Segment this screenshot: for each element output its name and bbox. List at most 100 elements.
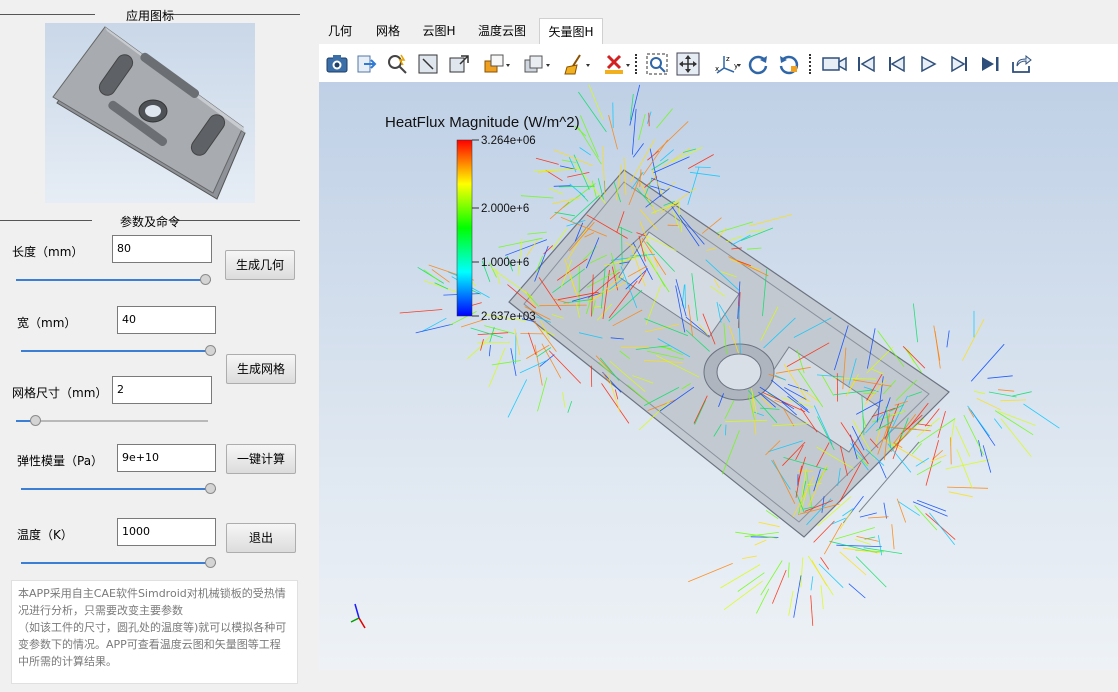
camera-icon[interactable] (325, 52, 349, 76)
flux-vector (545, 169, 563, 182)
temperature-slider-thumb[interactable] (205, 557, 216, 568)
flux-vector (537, 377, 548, 412)
rotate-ccw-icon[interactable] (777, 52, 801, 76)
display-mode-icon[interactable] (483, 52, 510, 76)
flux-vector (810, 576, 814, 591)
rotate-cw-icon[interactable] (746, 52, 770, 76)
flux-vector (793, 575, 802, 618)
app-icon-image (45, 23, 255, 203)
axes-icon[interactable]: zy x (714, 52, 741, 76)
export-animation-icon[interactable] (1009, 52, 1033, 76)
flux-vector (651, 177, 691, 193)
prev-frame-icon[interactable] (885, 52, 909, 76)
temperature-input[interactable]: 1000 (117, 518, 216, 546)
exit-button[interactable]: 退出 (226, 523, 296, 553)
flux-vector (688, 154, 714, 169)
tab-vector[interactable]: 矢量图H (539, 18, 603, 44)
modulus-slider-thumb[interactable] (205, 483, 216, 494)
flux-vector (742, 555, 757, 559)
export-icon[interactable] (355, 52, 379, 76)
flux-vector (772, 569, 787, 604)
flux-vector (1012, 391, 1032, 397)
play-icon[interactable] (916, 52, 940, 76)
vector-viewport[interactable]: HeatFlux Magnitude (W/m^2) 3.264e+06 2.0… (319, 82, 1118, 670)
flux-vector (947, 486, 989, 489)
app-icon-group: 应用图标 (0, 7, 300, 23)
modulus-input[interactable]: 9e+10 (117, 444, 216, 472)
mesh-size-slider[interactable] (16, 415, 208, 427)
flux-vector (579, 147, 591, 156)
flux-vector (930, 454, 947, 463)
mesh-size-input[interactable]: 2 (112, 376, 212, 404)
flux-vector (688, 563, 733, 583)
flux-vector (629, 84, 641, 126)
generate-geometry-button[interactable]: 生成几何 (225, 250, 295, 280)
record-icon[interactable] (821, 52, 847, 76)
flux-vector (539, 354, 555, 367)
flux-vector (963, 414, 985, 456)
modulus-slider[interactable] (21, 483, 216, 495)
flux-vector (998, 410, 1036, 426)
tab-geometry[interactable]: 几何 (319, 18, 361, 44)
first-frame-icon[interactable] (854, 52, 878, 76)
flux-vector (682, 148, 697, 153)
zoom-box-icon[interactable] (645, 52, 669, 76)
width-slider[interactable] (21, 345, 216, 357)
length-slider[interactable] (16, 274, 211, 286)
flux-vector (967, 405, 990, 437)
tab-mesh[interactable]: 网格 (363, 18, 413, 44)
svg-text:x: x (715, 65, 719, 73)
flux-vector (982, 445, 992, 473)
box-view-icon[interactable] (447, 52, 471, 76)
compute-button[interactable]: 一键计算 (226, 444, 296, 474)
flux-vector (855, 556, 887, 588)
flux-vector (937, 410, 946, 438)
flux-vector (945, 459, 990, 470)
flux-vector (553, 185, 571, 187)
last-frame-icon[interactable] (978, 52, 1002, 76)
svg-text:y: y (734, 62, 738, 70)
flux-vector (913, 303, 918, 343)
flux-vector (526, 240, 538, 256)
tab-contour[interactable]: 云图H (415, 18, 463, 44)
modulus-label: 弹性模量（Pa） (17, 454, 104, 468)
surface-mode-icon[interactable] (523, 52, 550, 76)
flux-vector (656, 108, 673, 129)
clean-icon[interactable] (563, 52, 590, 76)
width-input[interactable]: 40 (117, 306, 216, 334)
flux-vector (434, 282, 449, 290)
flux-vector (631, 108, 637, 155)
flux-vector (488, 347, 506, 388)
flux-vector (653, 156, 690, 174)
probe-icon[interactable] (385, 52, 409, 76)
tab-temperature-contour[interactable]: 温度云图 (467, 18, 537, 44)
generate-mesh-button[interactable]: 生成网格 (226, 354, 296, 384)
legend-title: HeatFlux Magnitude (W/m^2) (385, 114, 580, 131)
temperature-slider[interactable] (21, 557, 216, 569)
flux-vector (810, 595, 814, 626)
svg-text:z: z (726, 55, 730, 63)
temperature-label: 温度（K） (17, 528, 73, 542)
flux-vector (519, 360, 547, 374)
mesh-size-slider-thumb[interactable] (30, 415, 41, 426)
flux-vector (535, 157, 559, 165)
flux-vector (891, 524, 895, 550)
flux-vector (562, 391, 566, 408)
flux-vector (750, 536, 779, 538)
pan-icon[interactable] (676, 52, 700, 76)
fit-view-icon[interactable] (416, 52, 440, 76)
flux-vector (956, 449, 973, 489)
view-toolbar: zy x (319, 44, 1118, 82)
next-frame-icon[interactable] (947, 52, 971, 76)
width-slider-thumb[interactable] (205, 345, 216, 356)
flux-vector (946, 330, 950, 348)
length-slider-thumb[interactable] (200, 274, 211, 285)
delete-icon[interactable] (603, 52, 630, 76)
flux-vector (933, 325, 941, 361)
flux-vector (671, 147, 703, 163)
flux-vector (720, 564, 761, 589)
flux-vector (520, 195, 554, 199)
flux-vector (834, 527, 875, 540)
flux-vector (507, 379, 528, 418)
length-input[interactable]: 80 (112, 235, 212, 263)
